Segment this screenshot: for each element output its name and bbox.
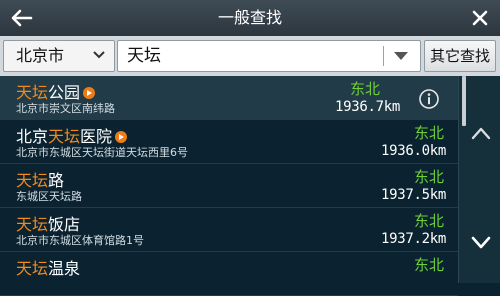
poi-marker-icon <box>83 86 96 99</box>
result-address: 北京市东城区天坛街道天坛西里6号 <box>16 146 188 159</box>
results-list: 天坛公园 北京市崇文区南纬路 东北 1936.7km 北京天坛医院 北京市东城区天坛街道天… <box>0 76 458 296</box>
result-name-suffix: 温泉 <box>48 259 81 278</box>
result-direction: 东北 <box>349 80 380 98</box>
page-title: 一般查找 <box>217 8 282 27</box>
result-distance: 1937.2km <box>380 231 446 247</box>
result-name: 天坛温泉 <box>16 255 80 279</box>
result-item[interactable]: 天坛饭店 北京市东城区体育馆路1号 东北 1937.2km <box>0 208 458 252</box>
result-address: 北京市东城区体育馆路1号 <box>16 234 144 247</box>
result-item[interactable]: 天坛公园 北京市崇文区南纬路 东北 1936.7km <box>0 76 458 120</box>
search-bar: 北京市 天坛 其它查找 <box>0 36 500 76</box>
result-distance: 1936.0km <box>380 143 446 159</box>
result-address: 东城区天坛路 <box>16 190 82 203</box>
result-item[interactable]: 天坛路 东城区天坛路 东北 1937.5km <box>0 164 458 208</box>
close-icon <box>472 10 488 26</box>
info-icon[interactable] <box>418 88 440 110</box>
result-name-highlight: 天坛 <box>16 259 49 278</box>
city-label: 北京市 <box>16 46 65 65</box>
poi-marker-icon <box>115 130 128 143</box>
other-search-button[interactable]: 其它查找 <box>424 40 496 72</box>
search-query-text: 天坛 <box>127 46 161 66</box>
result-distance: 1937.5km <box>380 187 446 203</box>
result-direction: 东北 <box>413 168 444 186</box>
scrollbar[interactable] <box>458 76 500 283</box>
dropdown-triangle-icon[interactable] <box>393 51 409 61</box>
scroll-up-icon[interactable] <box>471 126 491 140</box>
city-selector[interactable]: 北京市 <box>3 40 115 72</box>
result-item[interactable]: 天坛温泉 东北 <box>0 252 458 296</box>
result-distance: 1936.7km <box>334 99 400 115</box>
search-input[interactable]: 天坛 <box>117 40 421 72</box>
scroll-down-icon[interactable] <box>471 236 491 250</box>
scroll-thumb[interactable] <box>462 76 466 126</box>
chevron-down-icon <box>93 51 105 59</box>
input-divider <box>383 46 384 66</box>
result-direction: 东北 <box>413 124 444 142</box>
result-direction: 东北 <box>413 212 444 230</box>
close-button[interactable] <box>460 0 500 36</box>
title-bar: 一般查找 <box>0 0 500 36</box>
result-direction: 东北 <box>413 256 444 274</box>
result-address: 北京市崇文区南纬路 <box>16 102 115 115</box>
result-item[interactable]: 北京天坛医院 北京市东城区天坛街道天坛西里6号 东北 1936.0km <box>0 120 458 164</box>
